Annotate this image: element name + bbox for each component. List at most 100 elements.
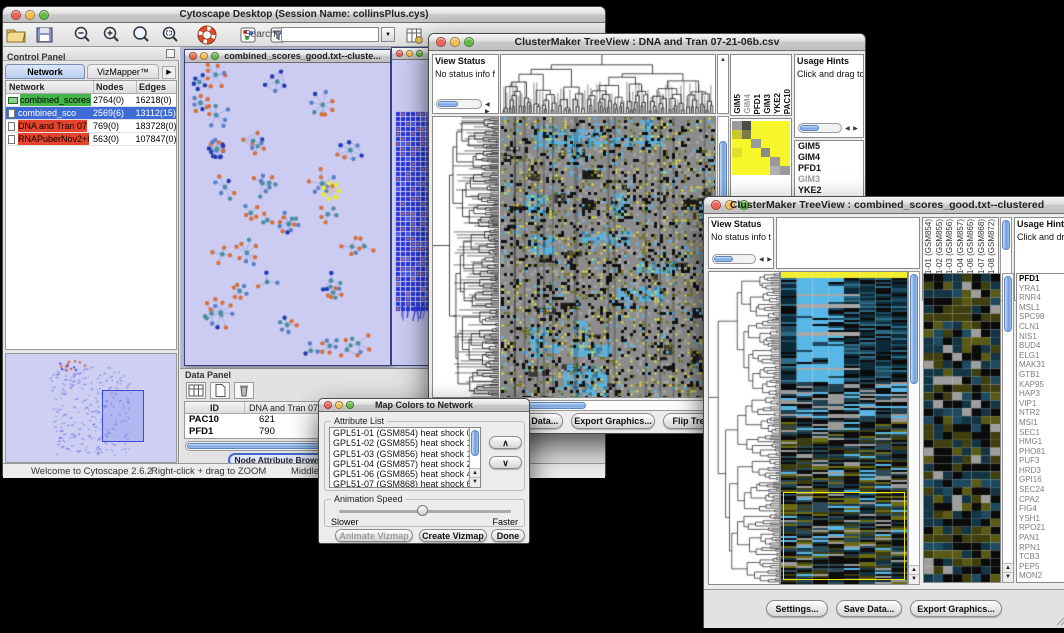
column-dendrogram-canvas[interactable] bbox=[501, 55, 715, 113]
matrix-cell[interactable] bbox=[751, 139, 761, 148]
matrix-cell[interactable] bbox=[751, 130, 761, 139]
gene-label[interactable]: FIG4 bbox=[1017, 504, 1064, 514]
gene-label[interactable]: GPI16 bbox=[1017, 475, 1064, 485]
row-dendrogram-canvas[interactable] bbox=[433, 117, 498, 397]
gene-label[interactable]: TCB3 bbox=[1017, 552, 1064, 562]
column-label[interactable]: GIM4 bbox=[743, 94, 753, 114]
matrix-cell[interactable] bbox=[761, 148, 771, 157]
scroll-down-icon[interactable]: ▼ bbox=[470, 477, 480, 487]
matrix-cell[interactable] bbox=[742, 139, 752, 148]
matrix-cell[interactable] bbox=[751, 166, 761, 175]
close-button[interactable] bbox=[189, 52, 197, 60]
move-up-button[interactable]: ∧ bbox=[489, 436, 522, 449]
minimize-button[interactable] bbox=[406, 50, 413, 57]
gene-label[interactable]: YRA1 bbox=[1017, 284, 1064, 294]
gene-label[interactable]: PUF3 bbox=[1017, 456, 1064, 466]
gene-label[interactable]: YSH1 bbox=[1017, 514, 1064, 524]
export-graphics-button[interactable]: Export Graphics... bbox=[910, 600, 1002, 617]
view-status-scrollbar[interactable] bbox=[712, 254, 756, 264]
gene-label[interactable]: RNR4 bbox=[1017, 293, 1064, 303]
export-graphics-button[interactable]: Export Graphics... bbox=[571, 413, 655, 429]
matrix-cell[interactable] bbox=[751, 148, 761, 157]
create-vizmap-button[interactable]: Create Vizmap bbox=[419, 529, 487, 542]
row-label[interactable]: GIM3 bbox=[795, 174, 863, 185]
gene-label[interactable]: CPA2 bbox=[1017, 495, 1064, 505]
matrix-cell[interactable] bbox=[742, 130, 752, 139]
gene-label[interactable]: PEP5 bbox=[1017, 562, 1064, 572]
matrix-cell[interactable] bbox=[761, 139, 771, 148]
col-nodes[interactable]: Nodes bbox=[94, 81, 137, 93]
network-overview-canvas[interactable] bbox=[6, 354, 176, 462]
gene-label[interactable]: BUD4 bbox=[1017, 341, 1064, 351]
scroll-up-icon[interactable]: ▲ bbox=[720, 57, 727, 63]
matrix-cell[interactable] bbox=[732, 139, 742, 148]
gene-label[interactable]: SPC98 bbox=[1017, 312, 1064, 322]
column-label[interactable]: YKE2 bbox=[773, 93, 783, 114]
save-icon[interactable] bbox=[34, 25, 56, 45]
zoom-selected-icon[interactable] bbox=[160, 25, 182, 45]
global-heatmap-canvas[interactable] bbox=[501, 117, 715, 397]
matrix-cell[interactable] bbox=[761, 157, 771, 166]
network-row[interactable]: combined_sco2569(6)13112(15) bbox=[6, 107, 176, 120]
matrix-cell[interactable] bbox=[742, 121, 752, 130]
tab-network[interactable]: Network bbox=[5, 64, 85, 79]
matrix-cell[interactable] bbox=[732, 157, 742, 166]
attribute-item[interactable]: GPL51-01 (GSM854) heat shock 05 min bbox=[330, 428, 470, 438]
minimize-button[interactable] bbox=[200, 52, 208, 60]
matrix-cell[interactable] bbox=[761, 166, 771, 175]
search-dropdown-arrow-icon[interactable]: ▼ bbox=[381, 27, 395, 42]
usage-scrollbar[interactable] bbox=[798, 123, 842, 133]
scroll-down-icon[interactable]: ▼ bbox=[909, 574, 919, 584]
matrix-cell[interactable] bbox=[761, 130, 771, 139]
gene-label[interactable]: PFD1 bbox=[1017, 274, 1064, 284]
speed-slider-thumb[interactable] bbox=[417, 505, 428, 516]
network-row[interactable]: combined_scores2764(0)16218(0) bbox=[6, 94, 176, 107]
row-label[interactable]: GIM5 bbox=[795, 141, 863, 152]
map-colors-titlebar[interactable]: Map Colors to Network bbox=[319, 399, 529, 412]
zoom-in-icon[interactable] bbox=[101, 25, 123, 45]
column-label[interactable]: PFD1 bbox=[753, 94, 763, 114]
attribute-table-icon[interactable] bbox=[403, 26, 425, 46]
treeview-combined-titlebar[interactable]: ClusterMaker TreeView : combined_scores_… bbox=[704, 197, 1064, 214]
gene-label[interactable]: ELG1 bbox=[1017, 351, 1064, 361]
matrix-cell[interactable] bbox=[770, 139, 780, 148]
cytoscape-titlebar[interactable]: Cytoscape Desktop (Session Name: collins… bbox=[3, 7, 605, 23]
matrix-cell[interactable] bbox=[732, 148, 742, 157]
row-label[interactable]: PFD1 bbox=[795, 163, 863, 174]
matrix-cell[interactable] bbox=[732, 166, 742, 175]
attribute-item[interactable]: GPL51-07 (GSM868) heat shock 60 min bbox=[330, 479, 470, 488]
matrix-cell[interactable] bbox=[780, 148, 790, 157]
settings-button[interactable]: Settings... bbox=[766, 600, 828, 617]
search-input[interactable] bbox=[281, 27, 379, 42]
gene-label[interactable]: HMG1 bbox=[1017, 437, 1064, 447]
move-down-button[interactable]: ∨ bbox=[489, 456, 522, 469]
network-canvas[interactable] bbox=[185, 63, 390, 365]
matrix-cell[interactable] bbox=[742, 148, 752, 157]
gene-label[interactable]: SEC24 bbox=[1017, 485, 1064, 495]
matrix-cell[interactable] bbox=[732, 130, 742, 139]
attribute-item[interactable]: GPL51-04 (GSM857) heat shock 20 min bbox=[330, 459, 470, 469]
gene-label[interactable]: MON2 bbox=[1017, 571, 1064, 581]
matrix-cell[interactable] bbox=[770, 130, 780, 139]
scroll-arrows-icon[interactable]: ◀ ▶ bbox=[845, 125, 859, 132]
zoom-out-icon[interactable] bbox=[72, 25, 94, 45]
treeview-dna-titlebar[interactable]: ClusterMaker TreeView : DNA and Tran 07-… bbox=[429, 34, 865, 51]
column-label[interactable]: PAC10 bbox=[783, 89, 792, 114]
column-label[interactable]: GIM3 bbox=[763, 94, 773, 114]
network-row[interactable]: DNA and Tran 07769(0)183728(0) bbox=[6, 120, 176, 133]
gene-label[interactable]: SEC1 bbox=[1017, 428, 1064, 438]
matrix-cell[interactable] bbox=[780, 166, 790, 175]
gene-label[interactable]: PHO81 bbox=[1017, 447, 1064, 457]
matrix-cell[interactable] bbox=[780, 157, 790, 166]
zoom-matrix-grid[interactable] bbox=[732, 121, 790, 175]
attribute-item[interactable]: GPL51-03 (GSM856) heat shock 15 min bbox=[330, 449, 470, 459]
network-table-header[interactable]: Network Nodes Edges bbox=[6, 81, 176, 94]
view-status-scrollbar[interactable] bbox=[436, 99, 482, 109]
animate-vizmap-button[interactable]: Animate Vizmap bbox=[335, 529, 413, 542]
matrix-cell[interactable] bbox=[732, 121, 742, 130]
matrix-cell[interactable] bbox=[770, 148, 780, 157]
row-dendrogram-canvas[interactable] bbox=[709, 272, 779, 584]
matrix-cell[interactable] bbox=[780, 121, 790, 130]
gene-label[interactable]: MSL1 bbox=[1017, 303, 1064, 313]
network-row[interactable]: RNAPuberNov2+l563(0)107847(0) bbox=[6, 133, 176, 146]
